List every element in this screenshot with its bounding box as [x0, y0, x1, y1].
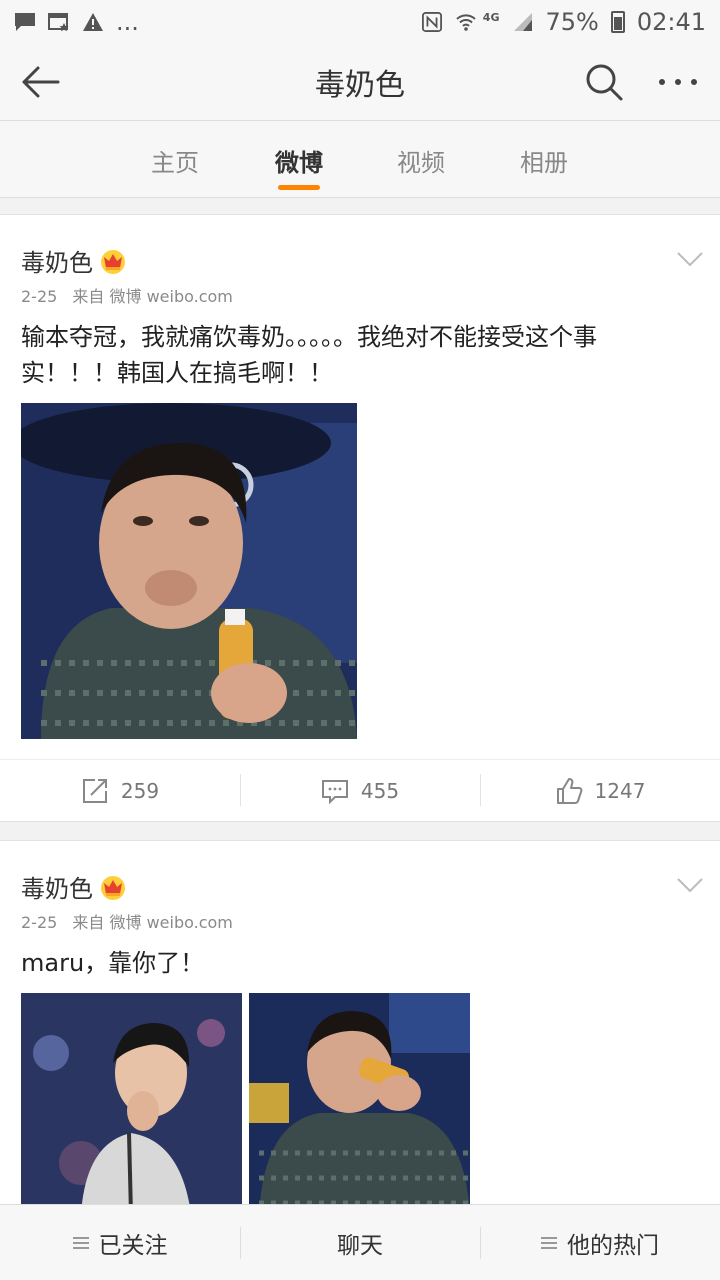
photo-man-drinking [21, 403, 357, 739]
network-type: 4G [482, 10, 500, 24]
post-source: 来自 微博 weibo.com [72, 287, 233, 306]
profile-tabs: 主页 微博 视频 相册 [0, 120, 720, 198]
active-tab-indicator [278, 185, 320, 190]
signal-icon [514, 13, 533, 31]
post-image[interactable] [21, 403, 357, 739]
status-bar: ... 4G 75% 02:41 [0, 0, 720, 44]
author-name[interactable]: 毒奶色 [21, 243, 93, 278]
post-date: 2-25 [21, 913, 58, 932]
clock: 02:41 [636, 8, 706, 36]
post-meta: 2-25 来自 微博 weibo.com [21, 909, 243, 933]
nfc-icon [421, 12, 442, 32]
weibo-post[interactable]: 毒奶色 2-25 来自 微博 weibo.com maru，靠你了！ [0, 840, 720, 1220]
author-name[interactable]: 毒奶色 [21, 869, 93, 904]
more-icon[interactable] [656, 62, 700, 102]
calendar-star-icon [48, 13, 69, 32]
back-arrow-icon[interactable] [20, 62, 60, 102]
post-text: 输本夺冠，我就痛饮毒奶。。。。。我绝对不能接受这个事 实！！！韩国人在搞毛啊！！ [21, 319, 701, 391]
warning-icon [83, 13, 103, 31]
chat-button[interactable]: 聊天 [240, 1205, 480, 1280]
vip-crown-icon [101, 249, 125, 274]
post-meta: 2-25 来自 微博 weibo.com [21, 283, 243, 307]
chat-label: 聊天 [337, 1232, 383, 1259]
comment-button[interactable]: 455 [240, 760, 480, 821]
post-text-line: maru，靠你了！ [21, 949, 205, 977]
vip-crown-icon [101, 875, 125, 900]
message-icon [15, 13, 35, 31]
repost-count: 259 [120, 778, 160, 803]
comment-icon [321, 779, 348, 804]
search-icon[interactable] [584, 62, 624, 102]
photo-man-drinking-small [249, 993, 470, 1214]
hot-posts-button[interactable]: 他的热门 [480, 1205, 720, 1280]
tab-weibo[interactable]: 微博 [254, 143, 344, 178]
bottom-bar: 已关注 聊天 他的热门 [0, 1204, 720, 1280]
tab-album[interactable]: 相册 [499, 143, 589, 178]
post-image[interactable] [21, 993, 242, 1214]
following-button[interactable]: 已关注 [0, 1205, 240, 1280]
post-actions: 259 455 1247 [0, 759, 720, 821]
chevron-down-icon[interactable] [676, 249, 704, 269]
post-source: 来自 微博 weibo.com [72, 913, 233, 932]
post-image[interactable] [249, 993, 470, 1214]
wifi-icon [456, 14, 476, 31]
tab-home[interactable]: 主页 [130, 143, 220, 178]
like-count: 1247 [594, 778, 646, 803]
repost-button[interactable]: 259 [0, 760, 240, 821]
more-notifications: ... [116, 8, 139, 36]
battery-percent: 75% [545, 8, 599, 36]
post-text-line: 实！！！韩国人在搞毛啊！！ [21, 359, 333, 387]
post-text-line: 输本夺冠，我就痛饮毒奶。。。。。我绝对不能接受这个事 [21, 323, 597, 351]
post-date: 2-25 [21, 287, 58, 306]
post-text: maru，靠你了！ [21, 945, 701, 981]
following-label: 已关注 [98, 1232, 168, 1259]
menu-icon [541, 1236, 557, 1249]
weibo-post[interactable]: 毒奶色 2-25 来自 微博 weibo.com 输本夺冠，我就痛饮毒奶。。。。… [0, 214, 720, 822]
tab-video[interactable]: 视频 [376, 143, 466, 178]
chevron-down-icon[interactable] [676, 875, 704, 895]
battery-icon [610, 11, 625, 33]
post-author[interactable]: 毒奶色 [21, 243, 127, 278]
hot-posts-label: 他的热门 [567, 1232, 659, 1259]
nav-bar: 毒奶色 [0, 44, 720, 120]
photo-young-man [21, 993, 242, 1214]
thumbs-up-icon [556, 777, 582, 804]
menu-icon [72, 1236, 89, 1249]
repost-icon [82, 778, 107, 803]
comment-count: 455 [360, 778, 400, 803]
like-button[interactable]: 1247 [480, 760, 720, 821]
post-author[interactable]: 毒奶色 [21, 869, 127, 904]
